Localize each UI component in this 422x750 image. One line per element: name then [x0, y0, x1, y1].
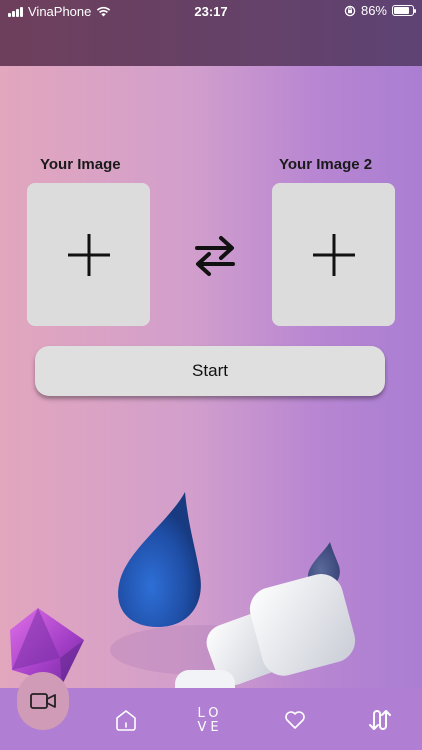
image-slot-1[interactable]: [27, 183, 150, 326]
home-icon: [116, 710, 136, 731]
battery-percent: 86%: [360, 3, 387, 18]
status-bar: VinaPhone 23:17 86%: [0, 0, 422, 22]
battery-level: [394, 7, 410, 14]
love-text-icon: LO VE: [196, 705, 224, 735]
nav-item-swap[interactable]: [366, 706, 394, 734]
plus-icon: [67, 233, 110, 276]
your-image-label: Your Image: [40, 156, 121, 173]
nav-item-favorites[interactable]: [282, 708, 308, 732]
nav-item-video[interactable]: [25, 688, 61, 714]
plus-icon: [312, 233, 355, 276]
status-right: 86%: [344, 3, 416, 18]
swap-arrows-icon: [369, 710, 391, 730]
heart-icon: [285, 711, 305, 729]
battery-icon: [392, 5, 416, 16]
image-slot-2[interactable]: [272, 183, 395, 326]
love-line-1: LO: [197, 705, 223, 721]
orientation-lock-icon: [344, 5, 356, 16]
app-header: VinaPhone 23:17 86%: [0, 0, 422, 66]
video-camera-icon: [30, 693, 56, 709]
nav-item-love[interactable]: LO VE: [194, 706, 226, 734]
your-image-2-label: Your Image 2: [279, 156, 373, 173]
swap-images-icon[interactable]: [193, 234, 237, 276]
nav-item-home[interactable]: [112, 706, 140, 734]
start-button[interactable]: Start: [35, 346, 385, 396]
love-line-2: VE: [197, 719, 223, 735]
